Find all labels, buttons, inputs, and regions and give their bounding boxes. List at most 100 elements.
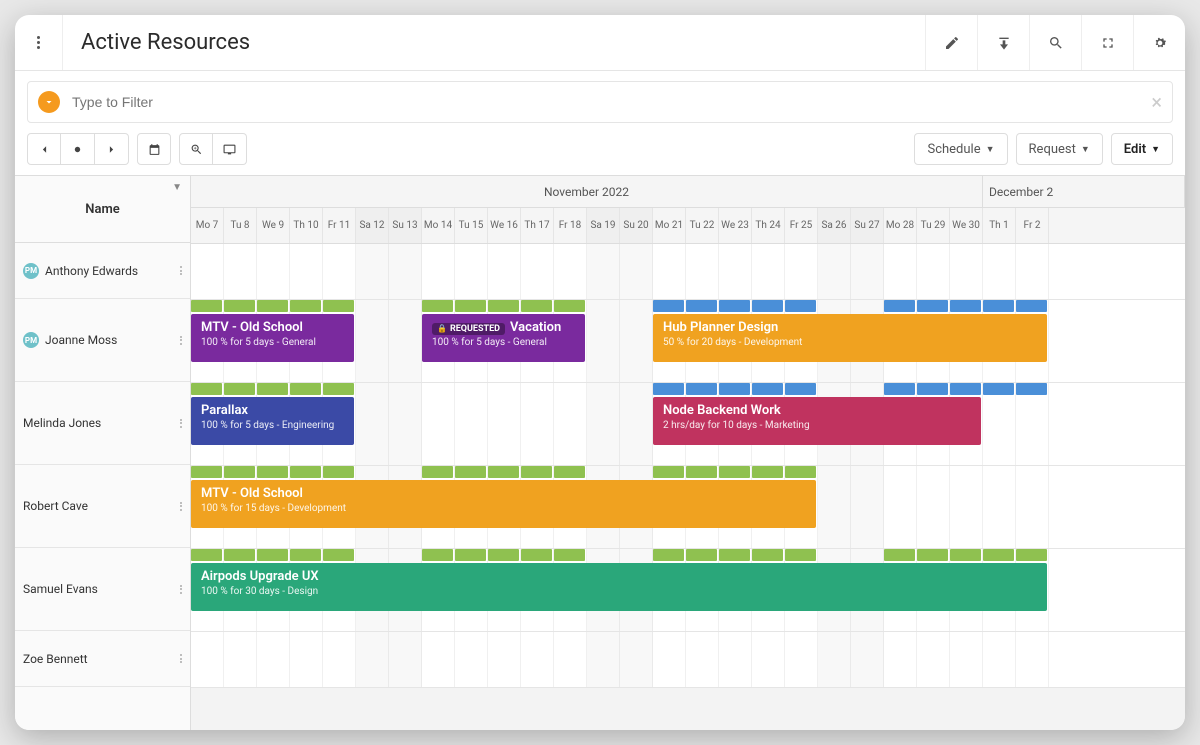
day-cell: Sa 26 — [818, 208, 851, 243]
prev-button[interactable] — [27, 133, 61, 165]
dot-icon — [71, 143, 84, 156]
grid-cell — [455, 632, 488, 687]
resource-row[interactable]: Melinda Jones — [15, 382, 190, 465]
utilization-segment — [653, 466, 684, 478]
grid-cell — [620, 244, 653, 299]
resource-row[interactable]: Samuel Evans — [15, 548, 190, 631]
booking-title: Parallax — [201, 403, 344, 418]
edit-dropdown[interactable]: Edit▼ — [1111, 133, 1173, 165]
grid-cell — [455, 383, 488, 465]
booking-block[interactable]: Parallax 100 % for 5 days - Engineering — [191, 397, 354, 445]
header-menu-button[interactable] — [15, 15, 63, 70]
download-button[interactable] — [977, 15, 1029, 70]
grid-cell — [1016, 466, 1049, 548]
grid-cell — [620, 383, 653, 465]
utilization-segment — [422, 300, 453, 312]
chevron-right-icon — [105, 143, 118, 156]
booking-block[interactable]: Node Backend Work 2 hrs/day for 10 days … — [653, 397, 981, 445]
grid-cell — [356, 632, 389, 687]
name-header[interactable]: ▼ Name — [15, 176, 190, 243]
utilization-segment — [752, 549, 783, 561]
utilization-segment — [488, 549, 519, 561]
utilization-segment — [719, 383, 750, 395]
month-cell: November 2022 — [191, 176, 983, 207]
utilization-segment — [488, 466, 519, 478]
booking-title: 🔒REQUESTEDVacation — [432, 320, 575, 335]
day-cell: Th 24 — [752, 208, 785, 243]
status-badge: 🔒REQUESTED — [432, 323, 505, 335]
resource-row[interactable]: Robert Cave — [15, 465, 190, 548]
grid-cell — [686, 244, 719, 299]
booking-block[interactable]: Airpods Upgrade UX 100 % for 30 days - D… — [191, 563, 1047, 611]
grid-cell — [1016, 383, 1049, 465]
day-cell: We 30 — [950, 208, 983, 243]
settings-button[interactable] — [1133, 15, 1185, 70]
today-button[interactable] — [61, 133, 95, 165]
booking-block[interactable]: 🔒REQUESTEDVacation 100 % for 5 days - Ge… — [422, 314, 585, 362]
row-menu-button[interactable] — [180, 585, 182, 594]
monitor-icon — [223, 143, 236, 156]
timeline-row — [191, 244, 1185, 300]
pm-badge: PM — [23, 332, 39, 348]
utilization-segment — [257, 466, 288, 478]
grid-cell — [521, 383, 554, 465]
search-button[interactable] — [1029, 15, 1081, 70]
grid-cell — [224, 244, 257, 299]
fit-button[interactable] — [213, 133, 247, 165]
calendar-button[interactable] — [137, 133, 171, 165]
grid-cell — [422, 632, 455, 687]
grid-cell — [950, 632, 983, 687]
grid-cell — [389, 244, 422, 299]
chevron-left-icon — [38, 143, 51, 156]
resource-name: Melinda Jones — [23, 416, 101, 430]
toolbar: Schedule▼ Request▼ Edit▼ — [15, 133, 1185, 175]
edit-pencil-button[interactable] — [925, 15, 977, 70]
booking-block[interactable]: Hub Planner Design 50 % for 20 days - De… — [653, 314, 1047, 362]
schedule-dropdown[interactable]: Schedule▼ — [914, 133, 1007, 165]
filter-input[interactable] — [72, 94, 1151, 110]
grid-cell — [554, 632, 587, 687]
request-label: Request — [1029, 142, 1076, 157]
timeline: November 2022 December 2 Mo 7Tu 8We 9Th … — [191, 176, 1185, 730]
next-button[interactable] — [95, 133, 129, 165]
utilization-segment — [488, 300, 519, 312]
day-cell: Su 270 — [851, 208, 884, 243]
timeline-row: MTV - Old School 100 % for 5 days - Gene… — [191, 300, 1185, 383]
utilization-segment — [554, 466, 585, 478]
booking-block[interactable]: MTV - Old School 100 % for 15 days - Dev… — [191, 480, 816, 528]
day-cell: We 9 — [257, 208, 290, 243]
grid-cell — [983, 244, 1016, 299]
utilization-segment — [785, 466, 816, 478]
utilization-segment — [323, 383, 354, 395]
grid-cell — [488, 383, 521, 465]
utilization-segment — [290, 383, 321, 395]
app-window: Active Resources × — [15, 15, 1185, 730]
resource-row[interactable]: PMAnthony Edwards — [15, 243, 190, 299]
row-menu-button[interactable] — [180, 266, 182, 275]
row-menu-button[interactable] — [180, 502, 182, 511]
booking-title: MTV - Old School — [201, 320, 344, 335]
row-menu-button[interactable] — [180, 336, 182, 345]
utilization-segment — [1016, 383, 1047, 395]
row-menu-button[interactable] — [180, 419, 182, 428]
grid-cell — [587, 632, 620, 687]
filter-clear-button[interactable]: × — [1151, 90, 1162, 114]
booking-block[interactable]: MTV - Old School 100 % for 5 days - Gene… — [191, 314, 354, 362]
filter-expand-button[interactable] — [38, 91, 60, 113]
grid-cell — [488, 244, 521, 299]
resource-column: ▼ Name PMAnthony EdwardsPMJoanne Moss Mel… — [15, 176, 191, 730]
row-menu-button[interactable] — [180, 654, 182, 663]
fullscreen-button[interactable] — [1081, 15, 1133, 70]
grid-cell — [917, 466, 950, 548]
gear-icon — [1152, 35, 1168, 51]
utilization-segment — [752, 383, 783, 395]
grid-cell — [719, 632, 752, 687]
booking-subtitle: 100 % for 5 days - General — [201, 337, 344, 348]
resource-row[interactable]: Zoe Bennett — [15, 631, 190, 687]
grid-cell — [884, 466, 917, 548]
day-cell: Mo 7 — [191, 208, 224, 243]
day-cell: Mo 21 — [653, 208, 686, 243]
resource-row[interactable]: PMJoanne Moss — [15, 299, 190, 382]
zoom-button[interactable] — [179, 133, 213, 165]
request-dropdown[interactable]: Request▼ — [1016, 133, 1103, 165]
